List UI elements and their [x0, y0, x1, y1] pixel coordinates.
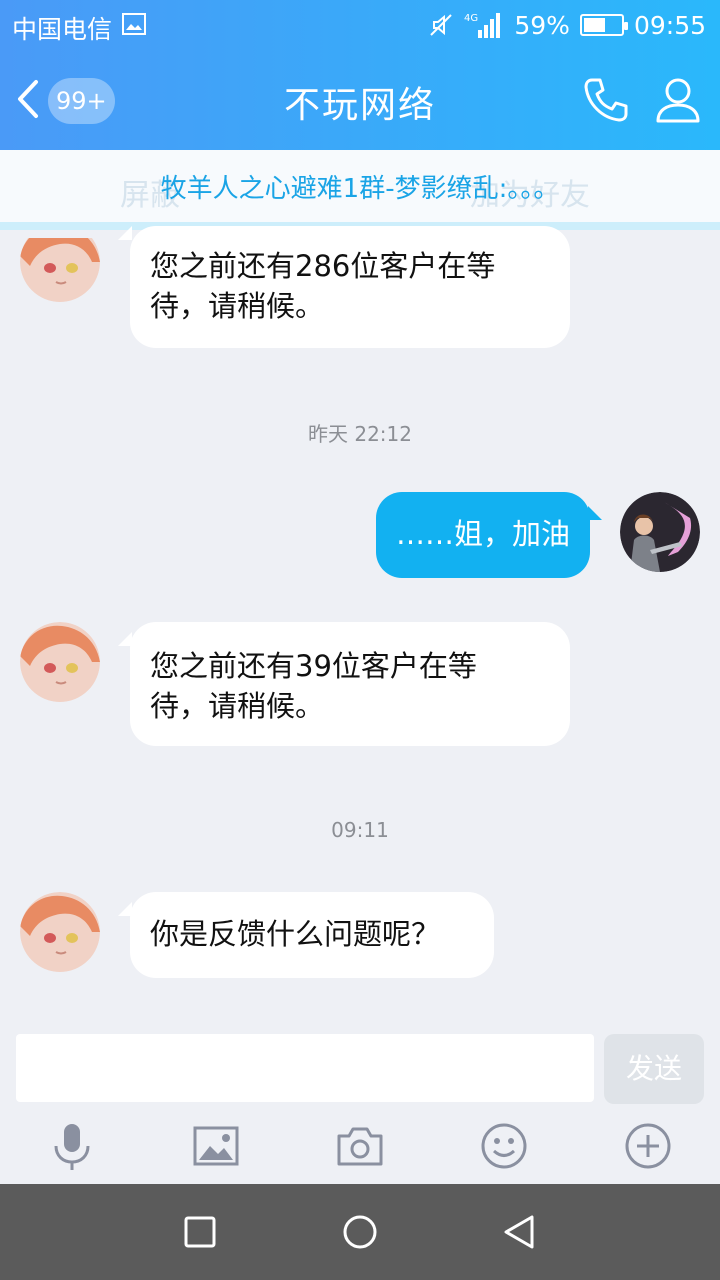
- status-bar: 中国电信 4G 59% 09:55: [0, 0, 720, 50]
- notice-bar[interactable]: 屏蔽 加为好友 牧羊人之心避难1群-梦影缭乱:。。。: [0, 150, 720, 230]
- notice-text: 牧羊人之心避难1群-梦影缭乱:。。。: [160, 174, 560, 204]
- message-text: ……姐，加油: [396, 517, 571, 551]
- message-text: 您之前还有39位客户在等: [150, 649, 477, 683]
- message-bubble[interactable]: 您之前还有286位客户在等 待，请稍候。: [130, 226, 570, 348]
- carrier-name: 中国电信: [12, 15, 113, 44]
- emoji-icon[interactable]: [478, 1120, 530, 1172]
- bubble-tail: [588, 506, 602, 520]
- avatar-self[interactable]: [620, 492, 700, 572]
- message-text: 您之前还有286位客户在等: [150, 249, 496, 283]
- timestamp: 09:11: [331, 818, 389, 842]
- self-avatar-icon: [620, 492, 700, 572]
- title-bar: 99+ 不玩网络: [0, 60, 720, 140]
- camera-icon[interactable]: [334, 1120, 386, 1172]
- message-text: 你是反馈什么问题呢？: [150, 917, 441, 951]
- recent-apps-icon[interactable]: [180, 1212, 220, 1252]
- home-icon[interactable]: [340, 1212, 380, 1252]
- battery-icon: [579, 14, 628, 36]
- plus-icon[interactable]: [622, 1120, 674, 1172]
- phone-icon[interactable]: [580, 74, 632, 126]
- message-text: 待，请稍候。: [150, 689, 325, 723]
- send-button[interactable]: 发送: [604, 1034, 704, 1104]
- anime-avatar-icon: [20, 622, 100, 702]
- avatar[interactable]: [20, 238, 100, 302]
- avatar[interactable]: [20, 892, 100, 972]
- anime-avatar-icon: [20, 892, 100, 972]
- image-notification-icon: [122, 13, 146, 35]
- message-bubble-self[interactable]: ……姐，加油: [376, 492, 590, 578]
- message-input[interactable]: [16, 1034, 594, 1102]
- microphone-icon[interactable]: [46, 1120, 98, 1172]
- header: 中国电信 4G 59% 09:55 99+ 不玩网络: [0, 0, 720, 150]
- message-bubble[interactable]: 您之前还有39位客户在等 待，请稍候。: [130, 622, 570, 746]
- bubble-tail: [118, 226, 132, 240]
- message-text: 待，请稍候。: [150, 289, 325, 323]
- svg-text:4G: 4G: [464, 13, 478, 24]
- back-triangle-icon[interactable]: [500, 1212, 540, 1252]
- signal-4g-icon: 4G: [464, 13, 501, 38]
- mute-icon: [430, 14, 453, 36]
- clock: 09:55: [633, 10, 706, 40]
- battery-percent: 59%: [514, 10, 570, 40]
- message-bubble[interactable]: 你是反馈什么问题呢？: [130, 892, 494, 978]
- profile-icon[interactable]: [652, 74, 704, 126]
- anime-avatar-icon: [20, 238, 100, 302]
- timestamp: 昨天 22:12: [308, 422, 412, 446]
- avatar[interactable]: [20, 622, 100, 702]
- image-icon[interactable]: [190, 1120, 242, 1172]
- system-nav-bar: [0, 1184, 720, 1280]
- input-toolbar: [0, 1110, 720, 1182]
